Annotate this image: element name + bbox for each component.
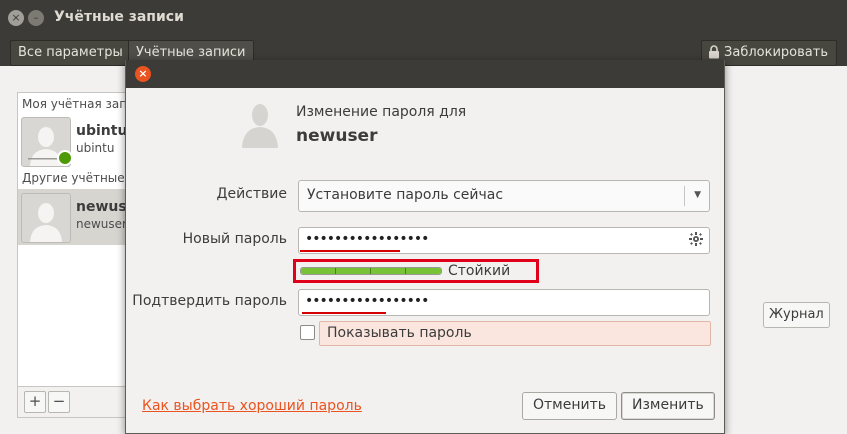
dialog-close-button[interactable]: × bbox=[135, 66, 151, 82]
action-combobox[interactable]: Установите пароль сейчас ▼ bbox=[298, 180, 710, 212]
strength-bar-segment bbox=[335, 268, 336, 274]
breadcrumb-all-settings[interactable]: Все параметры bbox=[10, 40, 131, 66]
strength-highlight-box: Стойкий bbox=[293, 259, 539, 283]
dialog-heading: Изменение пароля для bbox=[296, 104, 467, 120]
user-display-name: ubintu bbox=[76, 123, 128, 139]
show-password-row[interactable]: Показывать пароль bbox=[319, 321, 711, 346]
user-row-ubintu[interactable]: ubintu ubintu bbox=[18, 113, 130, 169]
remove-user-button[interactable]: − bbox=[48, 391, 70, 413]
lock-icon bbox=[709, 45, 720, 59]
user-login-name: ubintu bbox=[76, 141, 115, 155]
cancel-button[interactable]: Отменить bbox=[522, 392, 618, 420]
combobox-separator bbox=[684, 186, 685, 206]
user-list-toolbar: + − bbox=[17, 386, 131, 418]
password-strength-bar bbox=[300, 267, 442, 275]
other-accounts-section-label: Другие учётные записи bbox=[22, 171, 130, 185]
annotation-underline bbox=[302, 312, 386, 314]
password-strength-fill bbox=[301, 268, 441, 274]
confirm-password-value: ••••••••••••••••• bbox=[305, 293, 429, 309]
strength-bar-segment bbox=[405, 268, 406, 274]
user-display-name: newuser bbox=[76, 199, 130, 215]
change-password-dialog: × Изменение пароля для newuser Действие … bbox=[125, 60, 725, 434]
password-strength-text: Стойкий bbox=[448, 263, 511, 279]
add-user-button[interactable]: + bbox=[24, 391, 46, 413]
user-list: Моя учётная запись ubintu ubintu Другие … bbox=[17, 92, 131, 418]
new-password-label: Новый пароль bbox=[182, 231, 287, 247]
user-silhouette-icon bbox=[30, 203, 62, 242]
action-label: Действие bbox=[216, 186, 287, 202]
user-login-name: newuser bbox=[76, 217, 127, 231]
window-minimize-button[interactable]: – bbox=[28, 10, 44, 26]
online-status-icon bbox=[57, 150, 73, 166]
show-password-label: Показывать пароль bbox=[327, 325, 472, 341]
dialog-username: newuser bbox=[296, 126, 378, 146]
journal-button[interactable]: Журнал bbox=[763, 302, 830, 328]
new-password-value: ••••••••••••••••• bbox=[305, 231, 429, 247]
dialog-titlebar: × bbox=[126, 60, 724, 88]
change-button[interactable]: Изменить bbox=[621, 392, 715, 420]
show-password-checkbox[interactable] bbox=[300, 325, 315, 340]
annotation-underline bbox=[300, 250, 400, 252]
action-combobox-value: Установите пароль сейчас bbox=[307, 187, 504, 203]
password-help-link[interactable]: Как выбрать хороший пароль bbox=[142, 398, 362, 414]
user-row-newuser[interactable]: newuser newuser bbox=[18, 189, 130, 245]
chevron-down-icon: ▼ bbox=[694, 190, 701, 200]
generate-password-icon[interactable] bbox=[689, 232, 703, 246]
my-account-section-label: Моя учётная запись bbox=[22, 97, 130, 111]
user-silhouette-icon bbox=[242, 104, 278, 148]
lock-button-label: Заблокировать bbox=[724, 45, 828, 60]
strength-bar-segment bbox=[370, 268, 371, 274]
confirm-password-label: Подтвердить пароль bbox=[132, 293, 287, 309]
avatar bbox=[21, 193, 71, 243]
window-close-button[interactable]: × bbox=[8, 10, 24, 26]
window-title: Учётные записи bbox=[54, 9, 184, 25]
window-titlebar: × – Учётные записи bbox=[0, 0, 847, 36]
